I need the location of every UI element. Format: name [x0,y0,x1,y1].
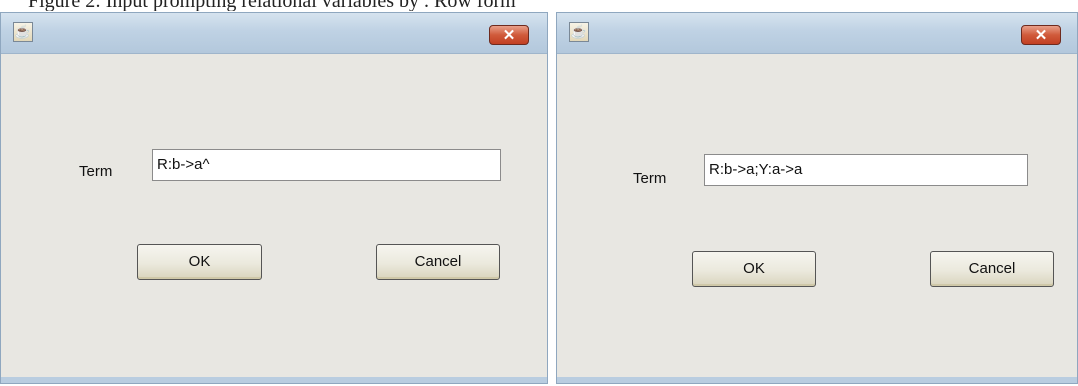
figure-caption: Figure 2: Input prompting relational var… [28,0,516,11]
term-input[interactable]: R:b->a^ [152,149,501,181]
term-input[interactable]: R:b->a;Y:a->a [704,154,1028,186]
title-bar[interactable]: ☕ ✕ [1,13,547,54]
window-bottom-border [557,377,1077,383]
dialog-content: Term R:b->a;Y:a->a OK Cancel [557,54,1077,377]
ok-button[interactable]: OK [692,251,816,287]
term-dialog-2: ☕ ✕ Term R:b->a;Y:a->a OK Cancel [556,12,1078,384]
window-bottom-border [1,377,547,383]
term-label: Term [79,163,113,180]
term-dialog-1: ☕ ✕ Term R:b->a^ OK Cancel [0,12,548,384]
java-app-icon: ☕ [13,22,33,42]
ok-button[interactable]: OK [137,244,262,280]
term-label: Term [633,170,667,187]
cancel-button[interactable]: Cancel [376,244,500,280]
java-app-icon: ☕ [569,22,589,42]
cancel-button[interactable]: Cancel [930,251,1054,287]
dialog-content: Term R:b->a^ OK Cancel [1,54,547,377]
close-icon[interactable]: ✕ [1021,25,1061,45]
close-icon[interactable]: ✕ [489,25,529,45]
title-bar[interactable]: ☕ ✕ [557,13,1077,54]
